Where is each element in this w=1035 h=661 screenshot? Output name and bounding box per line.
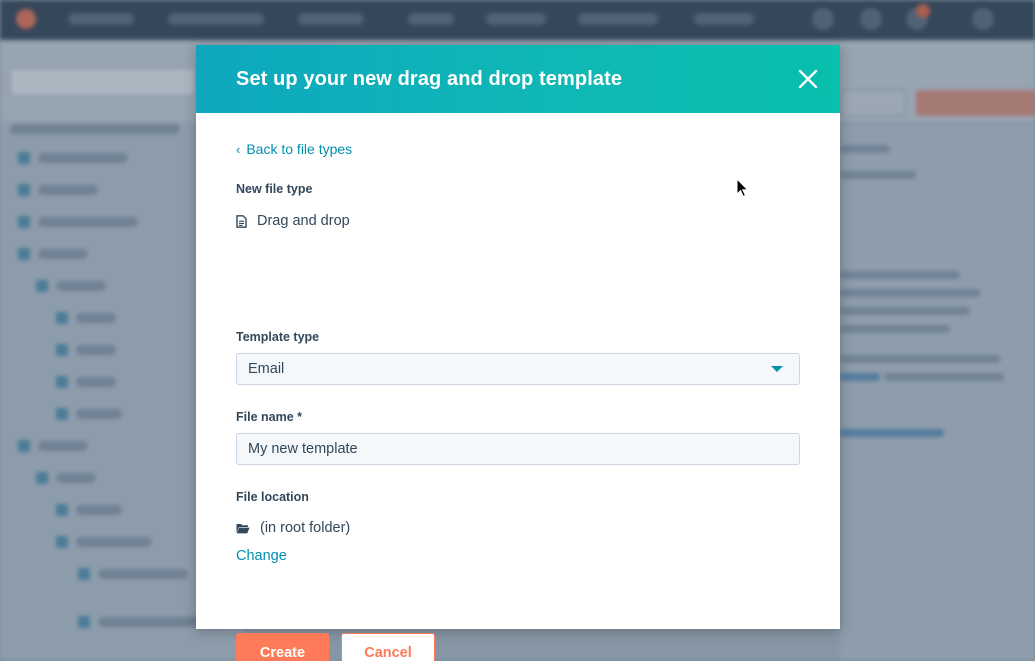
new-file-type-value: Drag and drop xyxy=(236,213,350,229)
file-location-value: (in root folder) xyxy=(236,520,350,536)
new-file-type-label: New file type xyxy=(236,182,313,196)
close-button[interactable] xyxy=(796,67,820,91)
file-name-label: File name * xyxy=(236,410,302,424)
cancel-button[interactable]: Cancel xyxy=(341,633,435,661)
template-type-label: Template type xyxy=(236,330,320,344)
file-location-text: (in root folder) xyxy=(260,520,351,536)
file-name-input[interactable] xyxy=(236,433,800,465)
modal-title: Set up your new drag and drop template xyxy=(236,68,623,90)
template-type-selected: Email xyxy=(248,361,285,377)
back-link-label: Back to file types xyxy=(246,141,353,157)
create-button[interactable]: Create xyxy=(236,633,329,661)
new-template-modal: Set up your new drag and drop template ‹… xyxy=(196,45,840,661)
close-icon xyxy=(798,69,818,89)
new-file-type-text: Drag and drop xyxy=(257,213,350,229)
folder-open-icon xyxy=(236,523,250,533)
caret-down-icon xyxy=(771,366,783,372)
chevron-left-icon: ‹ xyxy=(236,141,241,157)
modal-header: Set up your new drag and drop template xyxy=(196,45,840,113)
mouse-cursor-icon xyxy=(736,178,749,198)
change-location-link[interactable]: Change xyxy=(236,548,287,564)
template-type-select[interactable]: Email xyxy=(236,353,800,385)
document-icon xyxy=(236,214,247,228)
back-to-file-types-link[interactable]: ‹ Back to file types xyxy=(236,141,352,157)
file-location-label: File location xyxy=(236,490,309,504)
